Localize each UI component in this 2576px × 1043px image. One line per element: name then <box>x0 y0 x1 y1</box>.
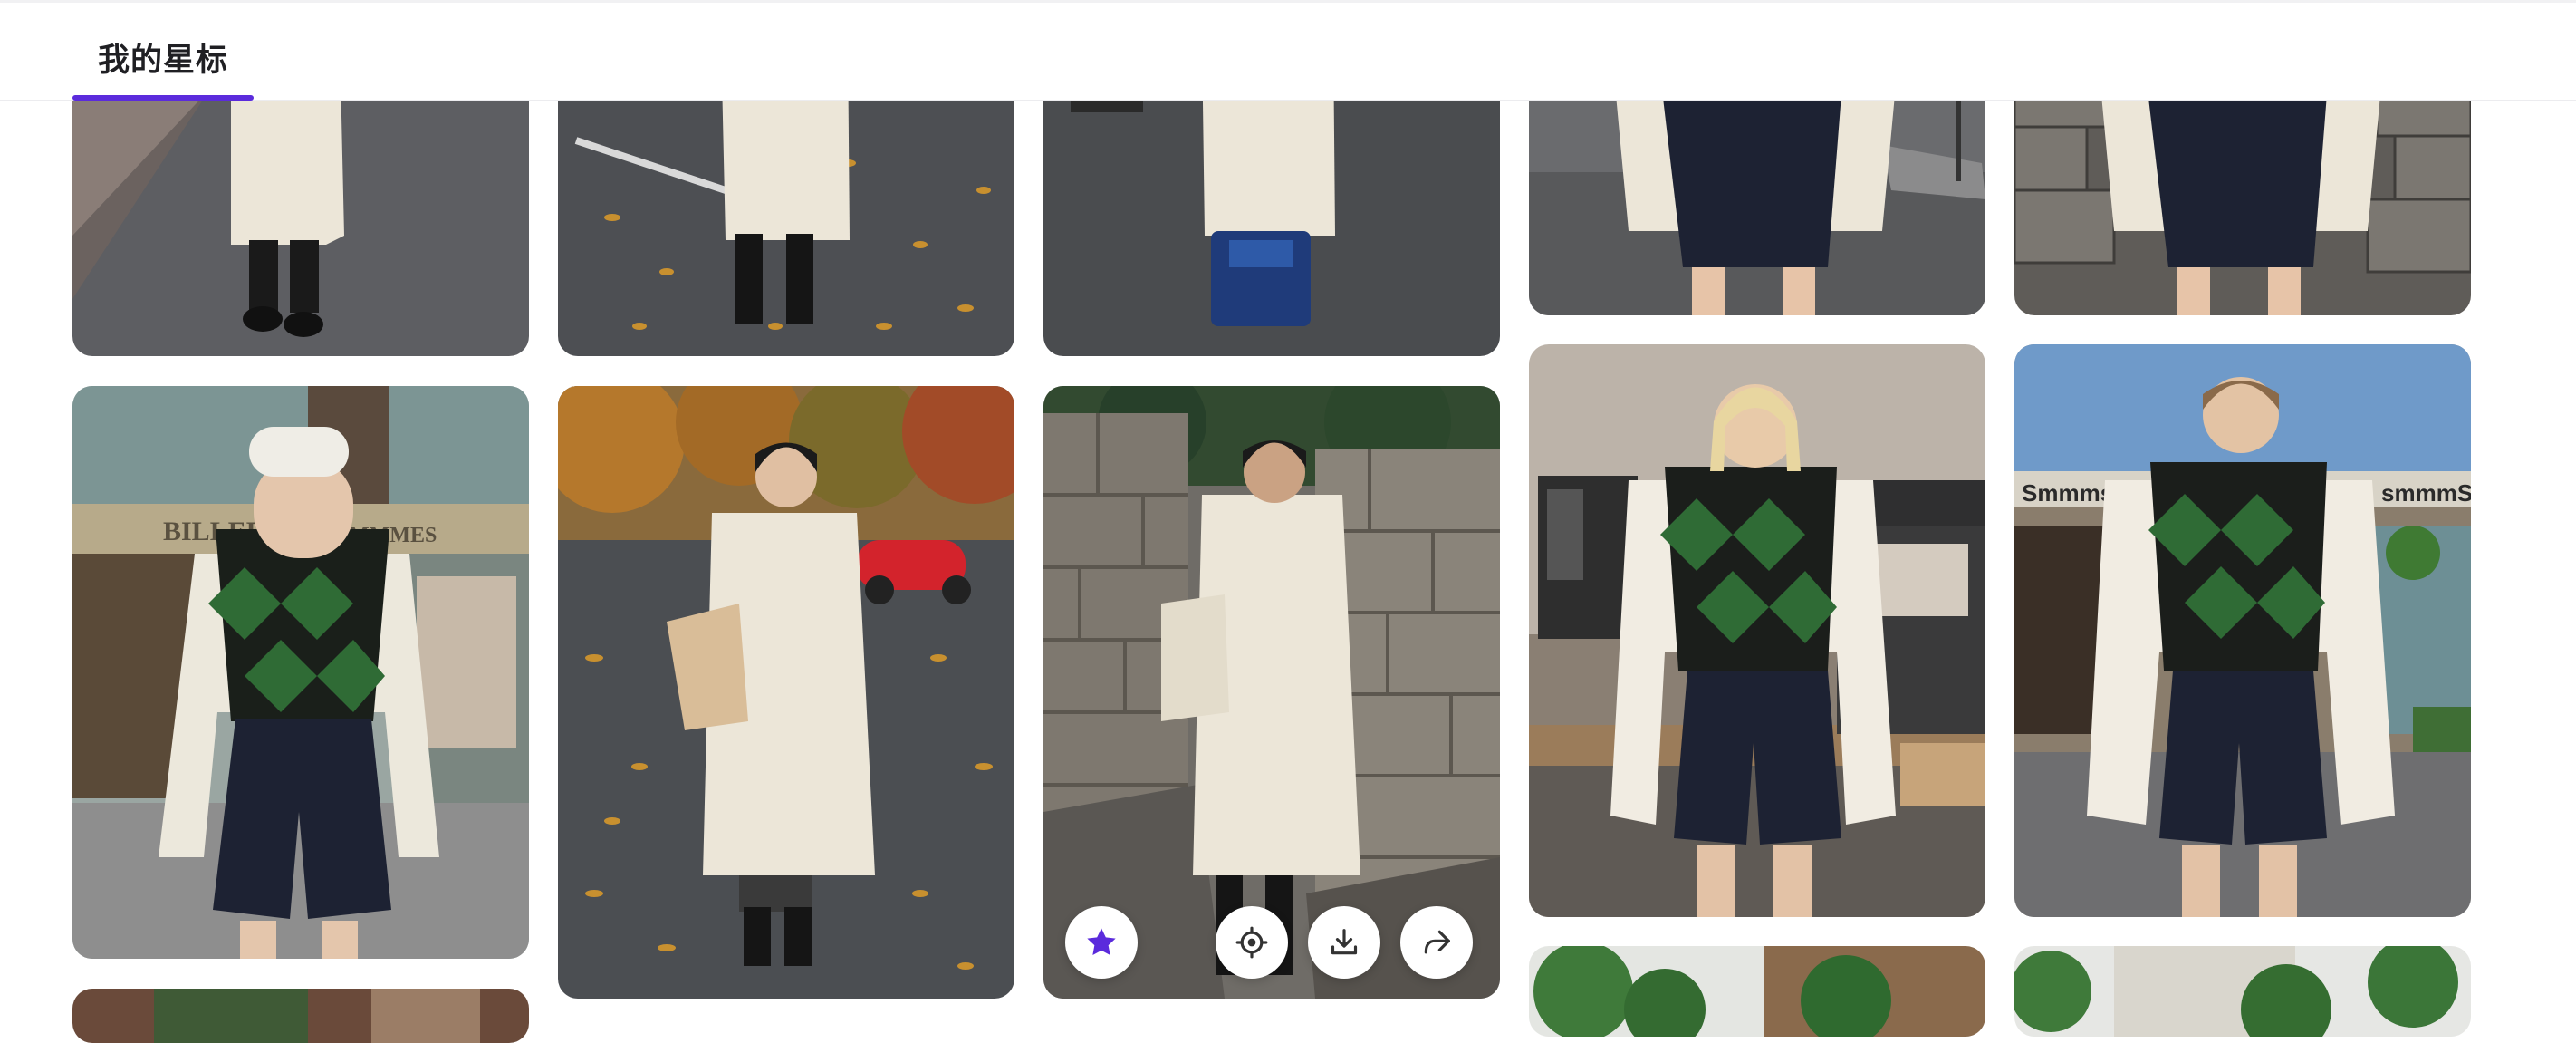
photo-card[interactable] <box>558 386 1014 999</box>
share-icon <box>1424 930 1450 954</box>
photo-card[interactable] <box>2014 946 2471 1037</box>
outfit-photo <box>2014 946 2471 1037</box>
photo-card[interactable] <box>1529 946 1985 1037</box>
star-button[interactable] <box>1065 906 1138 979</box>
photo-card[interactable]: BILLEE MMMES <box>72 386 529 959</box>
outfit-photo: BILLEE MMMES <box>72 386 529 959</box>
star-icon <box>1087 928 1116 955</box>
storefront-sign: smmmS <box>2381 479 2471 507</box>
download-icon <box>1331 929 1358 955</box>
outfit-photo: Smmms or smmmS <box>2014 344 2471 917</box>
active-tab-indicator <box>72 95 254 101</box>
photo-card[interactable] <box>72 989 529 1043</box>
locate-icon <box>1235 926 1268 959</box>
tab-my-stars[interactable]: 我的星标 <box>98 34 228 81</box>
outfit-photo <box>72 989 529 1043</box>
share-button[interactable] <box>1400 906 1473 979</box>
outfit-photo <box>1529 946 1985 1037</box>
download-button[interactable] <box>1308 906 1380 979</box>
locate-button[interactable] <box>1216 906 1288 979</box>
photo-card[interactable] <box>1043 386 1500 999</box>
photo-card[interactable]: Smmms or smmmS <box>2014 344 2471 917</box>
top-bar: 我的星标 <box>0 0 2576 101</box>
outfit-photo <box>558 386 1014 999</box>
photo-card[interactable] <box>1529 344 1985 917</box>
outfit-photo <box>1529 344 1985 917</box>
top-divider <box>0 0 2576 3</box>
